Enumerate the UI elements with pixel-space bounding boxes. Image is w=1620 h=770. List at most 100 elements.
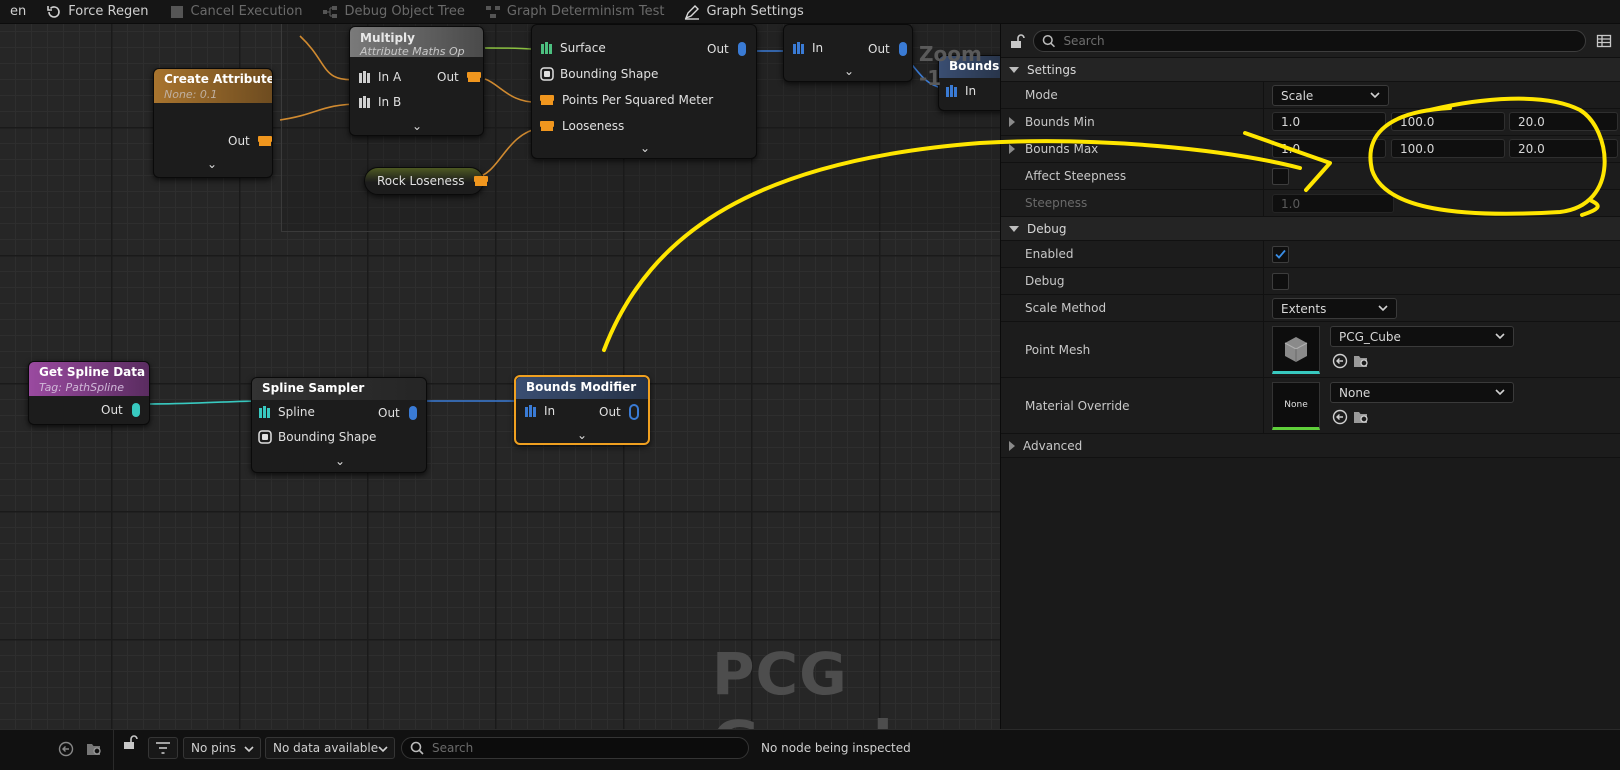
cancel-execution-button[interactable]: Cancel Execution — [159, 0, 313, 24]
steepness-field[interactable]: 1.0 — [1272, 194, 1394, 213]
details-search-field[interactable] — [1033, 29, 1586, 52]
material-override-combo[interactable]: None — [1330, 382, 1514, 403]
bounds-max-y-field[interactable]: 100.0 — [1391, 139, 1505, 158]
bounds-max-z-field[interactable]: 20.0 — [1509, 139, 1618, 158]
affect-steepness-checkbox[interactable] — [1272, 168, 1289, 185]
pins-combo[interactable]: No pins — [183, 737, 261, 759]
points-per-sq-meter-label: Points Per Squared Meter — [562, 93, 714, 107]
chevron-down-icon[interactable]: ⌄ — [335, 455, 345, 467]
spline-sampler-out-pin[interactable]: Out — [378, 405, 424, 421]
graph-canvas[interactable]: Multiply Attribute Maths Op In A In B Ou… — [0, 24, 1000, 729]
advanced-section-label: Advanced — [1023, 438, 1083, 453]
enabled-checkbox[interactable] — [1272, 246, 1289, 263]
debug-checkbox[interactable] — [1272, 273, 1289, 290]
debug-section-header[interactable]: Debug — [1001, 217, 1620, 241]
force-regen-button[interactable]: Force Regen — [36, 0, 158, 24]
bounds-modifier-node[interactable]: Bounds Modifier In Out ⌄ — [514, 375, 650, 445]
enabled-row: Enabled — [1001, 241, 1620, 268]
chevron-down-icon[interactable]: ⌄ — [207, 158, 217, 170]
filter-icon — [156, 742, 170, 754]
details-panel: Settings Mode Scale Bounds Min 1.0 100.0… — [1000, 24, 1620, 729]
scale-method-label: Scale Method — [1025, 301, 1107, 315]
chevron-down-icon — [244, 746, 254, 753]
settings-section-header[interactable]: Settings — [1001, 58, 1620, 82]
table-view-icon[interactable] — [1596, 33, 1612, 49]
points-per-sq-meter-pin[interactable]: Points Per Squared Meter — [540, 93, 713, 107]
use-selected-asset-icon[interactable] — [1332, 409, 1348, 425]
bounds-min-z-field[interactable]: 20.0 — [1509, 112, 1618, 131]
bounds-min-x-field[interactable]: 1.0 — [1272, 112, 1386, 131]
details-search-input[interactable] — [1063, 33, 1577, 48]
bottom-search-input[interactable] — [432, 741, 729, 755]
create-attribute-out-pin[interactable]: Out — [228, 134, 278, 148]
affect-steepness-label: Affect Steepness — [1025, 169, 1127, 183]
spline-sampler-node[interactable]: Spline Sampler Spline Bounding Shape Out… — [251, 377, 427, 473]
expand-arrow-icon[interactable] — [1009, 117, 1015, 127]
unlock-icon[interactable] — [1009, 33, 1025, 49]
graph-determinism-test-button[interactable]: Graph Determinism Test — [475, 0, 675, 24]
create-attribute-node[interactable]: Create Attribute None: 0.1 Out ⌄ — [153, 68, 273, 178]
browse-asset-icon[interactable] — [1353, 409, 1369, 425]
toolbar-item-truncated[interactable]: en — [0, 0, 36, 24]
enabled-label: Enabled — [1025, 247, 1074, 261]
material-override-thumbnail[interactable]: None — [1272, 382, 1320, 430]
transform-node[interactable]: In Out ⌄ — [783, 24, 913, 82]
bounds-min-label[interactable]: Bounds Min — [1009, 109, 1095, 135]
chevron-down-icon[interactable]: ⌄ — [577, 429, 587, 441]
bounds-min-y-field[interactable]: 100.0 — [1391, 112, 1505, 131]
unlock-icon[interactable] — [122, 734, 138, 750]
debug-object-tree-button[interactable]: Debug Object Tree — [312, 0, 474, 24]
bounds-modifier-title: Bounds Modifier — [526, 380, 637, 394]
expand-arrow-icon[interactable] — [1009, 144, 1015, 154]
material-thumb-text: None — [1284, 400, 1308, 410]
data-combo[interactable]: No data available — [265, 737, 395, 759]
chevron-down-icon[interactable]: ⌄ — [844, 65, 854, 77]
use-selected-asset-icon[interactable] — [1332, 353, 1348, 369]
filter-button[interactable] — [148, 737, 178, 759]
transform-out-pin[interactable]: Out — [868, 41, 914, 57]
use-selected-asset-icon[interactable] — [58, 741, 74, 757]
rock-looseness-pin[interactable]: Rock Loseness — [377, 174, 494, 188]
multiply-in-b-label: In B — [378, 95, 402, 109]
bounds-max-x-field[interactable]: 1.0 — [1272, 139, 1386, 158]
spline-pin[interactable]: Spline — [258, 405, 315, 419]
chevron-down-icon[interactable]: ⌄ — [640, 142, 650, 154]
multiply-in-b-pin[interactable]: In B — [358, 95, 401, 109]
get-spline-data-out-pin[interactable]: Out — [101, 402, 147, 418]
point-mesh-thumbnail[interactable] — [1272, 326, 1320, 374]
multiply-out-pin[interactable]: Out — [437, 70, 487, 84]
stack-pin-icon — [259, 406, 270, 418]
graph-settings-label: Graph Settings — [706, 4, 804, 19]
get-spline-data-title: Get Spline Data — [39, 365, 146, 379]
surface-pin[interactable]: Surface — [540, 41, 606, 55]
spline-sampler-bounding-shape-pin[interactable]: Bounding Shape — [258, 430, 376, 444]
browse-asset-icon[interactable] — [86, 741, 102, 757]
graph-watermark: PCG Graph — [712, 640, 914, 729]
advanced-section-header[interactable]: Advanced — [1001, 434, 1620, 458]
looseness-label: Looseness — [562, 119, 625, 133]
multiply-in-a-pin[interactable]: In A — [358, 70, 401, 84]
bounds-modifier-out-pin[interactable]: Out — [599, 404, 645, 420]
bounding-shape-pin[interactable]: Bounding Shape — [540, 67, 658, 81]
multiply-node[interactable]: Multiply Attribute Maths Op In A In B Ou… — [349, 26, 484, 136]
mode-combo[interactable]: Scale — [1272, 85, 1389, 106]
surface-sampler-node[interactable]: Surface Bounding Shape Points Per Square… — [531, 24, 757, 159]
bottom-search-field[interactable] — [401, 737, 749, 759]
browse-asset-icon[interactable] — [1353, 353, 1369, 369]
inspection-status: No node being inspected — [761, 741, 911, 755]
surface-sampler-out-pin[interactable]: Out — [707, 41, 753, 57]
chevron-down-icon[interactable]: ⌄ — [412, 120, 422, 132]
graph-settings-button[interactable]: Graph Settings — [674, 0, 813, 24]
looseness-pin[interactable]: Looseness — [540, 119, 624, 133]
point-mesh-combo[interactable]: PCG_Cube — [1330, 326, 1514, 347]
bounds-modifier-in-pin[interactable]: In — [524, 404, 555, 418]
scale-method-combo[interactable]: Extents — [1272, 298, 1397, 319]
rock-looseness-node[interactable]: Rock Loseness — [364, 167, 489, 195]
get-spline-data-subtitle: Tag: PathSpline — [39, 381, 124, 394]
bounds-max-label[interactable]: Bounds Max — [1009, 136, 1098, 162]
transform-in-pin[interactable]: In — [792, 41, 823, 55]
get-spline-data-node[interactable]: Get Spline Data Tag: PathSpline Out — [28, 361, 150, 425]
scale-method-row: Scale Method Extents — [1001, 295, 1620, 322]
debug-object-tree-label: Debug Object Tree — [344, 4, 465, 19]
attribute-pin-icon — [474, 176, 489, 182]
